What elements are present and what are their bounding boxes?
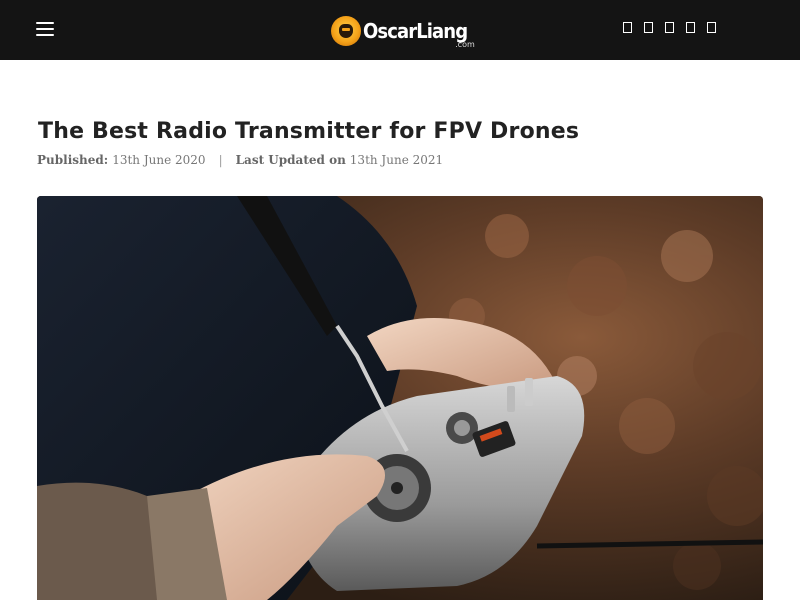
social-icon[interactable] <box>686 22 695 33</box>
logo-text: OscarLiang .com <box>363 19 479 49</box>
hero-image <box>37 196 763 600</box>
site-logo[interactable]: OscarLiang .com <box>331 11 475 51</box>
published-label: Published: <box>37 153 109 167</box>
article-title: The Best Radio Transmitter for FPV Drone… <box>38 119 580 144</box>
updated-label: Last Updated on <box>235 153 346 167</box>
menu-bar <box>36 34 54 36</box>
menu-bar <box>36 22 54 24</box>
logo-mascot-icon <box>331 16 361 46</box>
logo-brand: OscarLiang <box>363 19 468 43</box>
social-icon[interactable] <box>707 22 716 33</box>
social-links <box>623 22 716 36</box>
social-icon[interactable] <box>623 22 632 33</box>
article-meta: Published: 13th June 2020 | Last Updated… <box>37 153 443 167</box>
updated-date: 13th June 2021 <box>349 153 444 167</box>
meta-separator: | <box>218 153 223 167</box>
menu-bar <box>36 28 54 30</box>
published-date: 13th June 2020 <box>112 153 206 167</box>
hamburger-menu-icon[interactable] <box>36 20 56 38</box>
logo-domain: .com <box>455 40 475 49</box>
site-header: OscarLiang .com <box>0 0 800 60</box>
social-icon[interactable] <box>644 22 653 33</box>
hero-photo-illustration <box>37 196 763 600</box>
social-icon[interactable] <box>665 22 674 33</box>
